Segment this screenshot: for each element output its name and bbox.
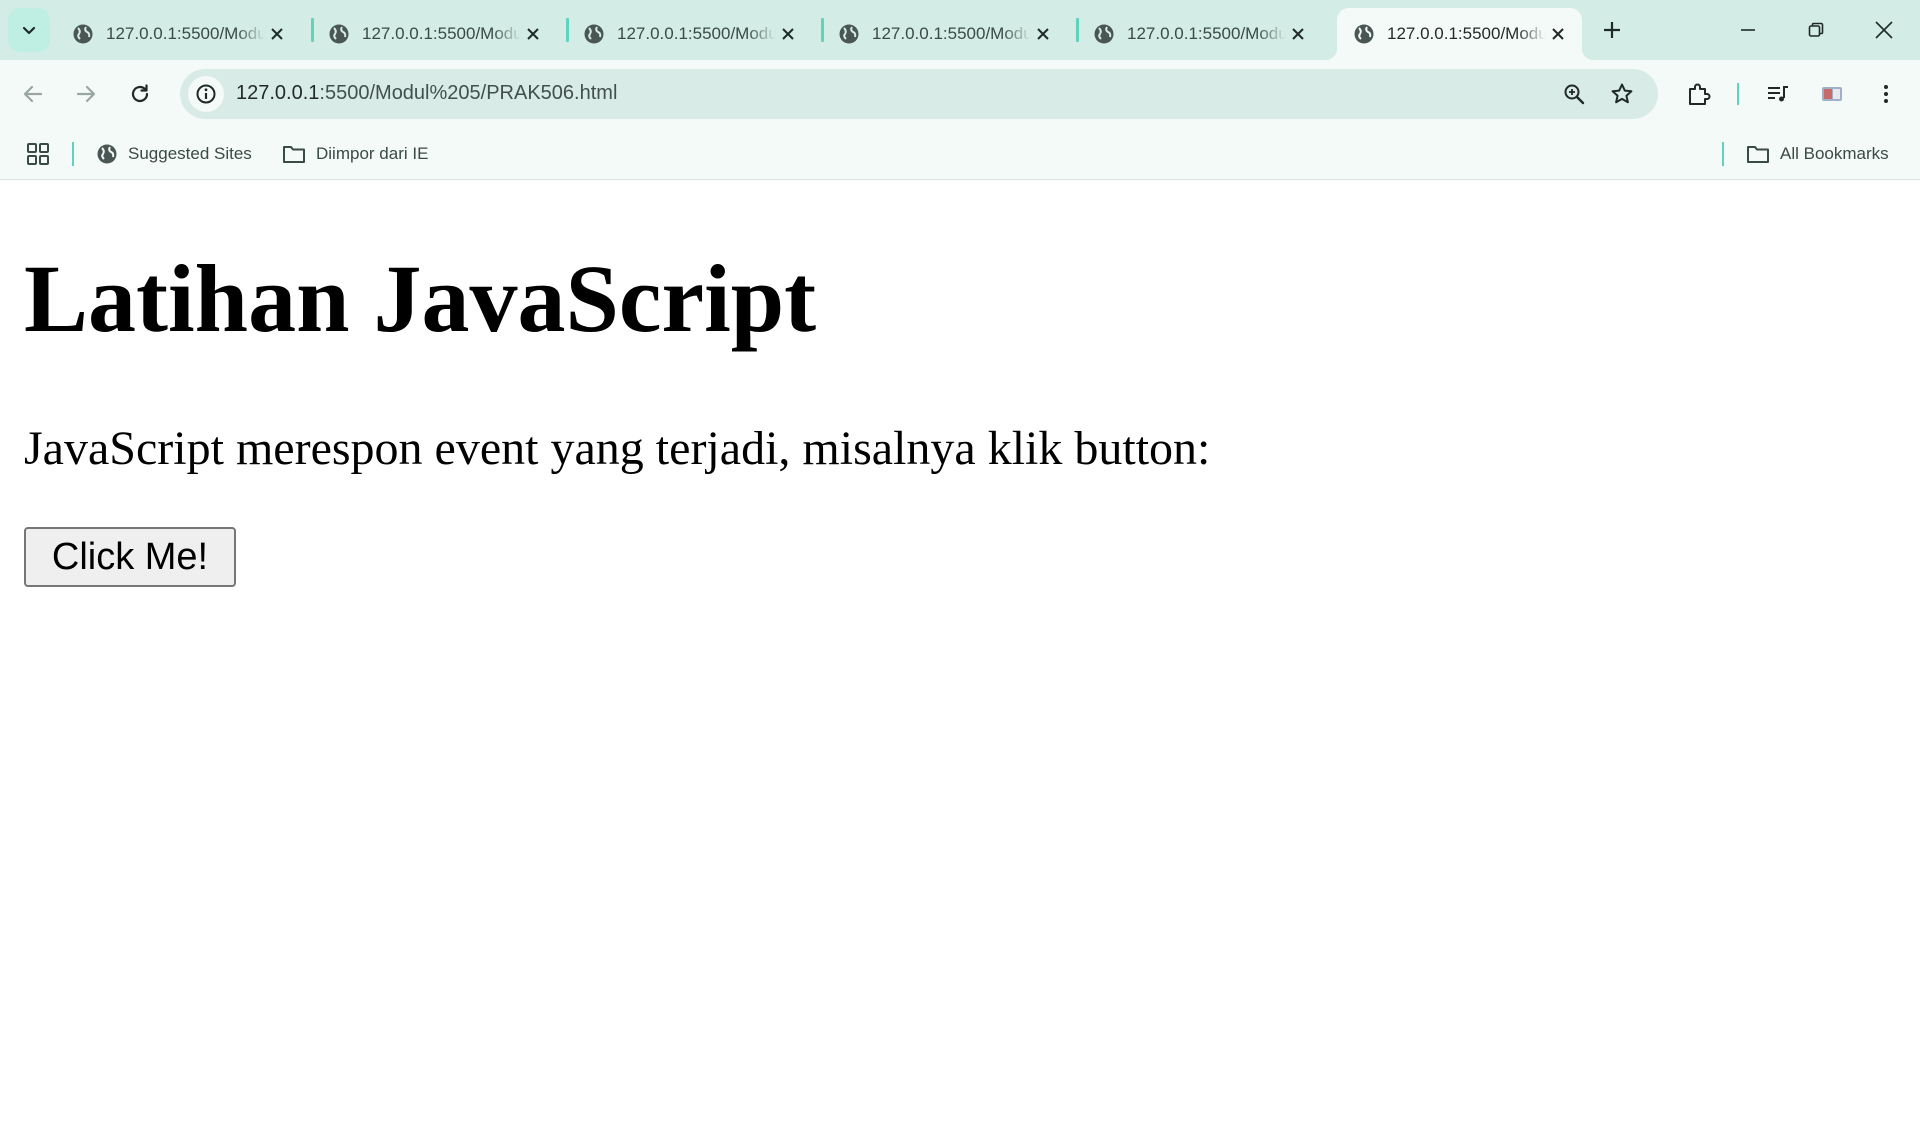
tab-title: 127.0.0.1:5500/Modul%205/PRAK504.html	[872, 24, 1031, 43]
globe-icon	[329, 24, 349, 44]
globe-icon	[584, 24, 604, 44]
browser-tab[interactable]: 127.0.0.1:5500/Modul%205/PRAK501.html	[56, 8, 301, 60]
apps-button[interactable]	[20, 138, 56, 170]
url-host: 127.0.0.1	[236, 82, 320, 104]
new-tab-button[interactable]	[1592, 12, 1632, 48]
browser-tab[interactable]: 127.0.0.1:5500/Modul%205/PRAK503.html	[567, 8, 812, 60]
chevron-down-icon	[22, 26, 36, 35]
close-tab-icon[interactable]	[265, 22, 289, 46]
avatar	[1822, 87, 1842, 101]
browser-tab-active[interactable]: 127.0.0.1:5500/Modul%205/PRAK506.html	[1325, 8, 1594, 60]
playlist-music-icon	[1768, 86, 1788, 102]
arrow-left-icon	[23, 85, 43, 103]
back-button[interactable]	[13, 74, 53, 114]
plus-icon	[1604, 22, 1620, 38]
tab-search-button[interactable]	[8, 8, 50, 52]
more-vertical-icon	[1884, 85, 1888, 103]
bookmark-folder-ie[interactable]: Diimpor dari IE	[276, 138, 434, 170]
apps-grid-icon	[27, 143, 49, 165]
close-tab-icon[interactable]	[1031, 22, 1055, 46]
close-tab-icon[interactable]	[521, 22, 545, 46]
toolbar-divider	[1737, 83, 1739, 105]
tab-title: 127.0.0.1:5500/Modul%205/PRAK502.html	[362, 24, 521, 43]
minimize-icon	[1741, 29, 1755, 31]
bookmarks-bar: Suggested Sites Diimpor dari IE All Book…	[0, 128, 1920, 180]
page-title: Latihan JavaScript	[24, 245, 817, 352]
folder-icon	[283, 146, 305, 163]
address-bar[interactable]: 127.0.0.1:5500/Modul%205/PRAK506.html	[180, 69, 1658, 119]
close-tab-icon[interactable]	[1546, 22, 1570, 46]
arrow-right-icon	[76, 85, 96, 103]
reload-icon	[131, 84, 149, 103]
tab-title: 127.0.0.1:5500/Modul%205/PRAK505.html	[1127, 24, 1286, 43]
tab-strip: 127.0.0.1:5500/Modul%205/PRAK501.html 12…	[0, 0, 1920, 60]
star-icon	[1611, 83, 1633, 104]
tab-title: 127.0.0.1:5500/Modul%205/PRAK501.html	[106, 24, 265, 43]
menu-button[interactable]	[1866, 74, 1906, 114]
restore-icon	[1808, 22, 1824, 37]
close-tab-icon[interactable]	[776, 22, 800, 46]
browser-tab[interactable]: 127.0.0.1:5500/Modul%205/PRAK505.html	[1077, 8, 1322, 60]
media-controls-button[interactable]	[1758, 74, 1798, 114]
restore-button[interactable]	[1782, 0, 1850, 60]
bookmark-label: Suggested Sites	[128, 144, 252, 163]
site-info-button[interactable]	[188, 76, 224, 112]
globe-icon	[1094, 24, 1114, 44]
profile-button[interactable]	[1812, 74, 1852, 114]
click-me-button[interactable]: Click Me!	[24, 527, 236, 587]
bookmarks-divider	[72, 142, 74, 166]
globe-icon	[1354, 24, 1374, 44]
close-tab-icon[interactable]	[1286, 22, 1310, 46]
zoom-button[interactable]	[1556, 76, 1592, 112]
info-icon	[196, 84, 216, 104]
extensions-button[interactable]	[1679, 74, 1719, 114]
url-text[interactable]: 127.0.0.1:5500/Modul%205/PRAK506.html	[236, 82, 617, 105]
forward-button[interactable]	[66, 74, 106, 114]
all-bookmarks-label: All Bookmarks	[1780, 144, 1889, 163]
tab-title: 127.0.0.1:5500/Modul%205/PRAK506.html	[1387, 24, 1546, 43]
globe-icon	[97, 144, 117, 164]
globe-icon	[73, 24, 93, 44]
browser-toolbar: 127.0.0.1:5500/Modul%205/PRAK506.html	[0, 60, 1920, 128]
close-icon	[1875, 21, 1893, 39]
all-bookmarks-button[interactable]: All Bookmarks	[1740, 138, 1895, 170]
tab-title: 127.0.0.1:5500/Modul%205/PRAK503.html	[617, 24, 776, 43]
minimize-button[interactable]	[1714, 0, 1782, 60]
browser-tab[interactable]: 127.0.0.1:5500/Modul%205/PRAK504.html	[822, 8, 1067, 60]
page-content: Latihan JavaScript JavaScript merespon e…	[0, 181, 1920, 1128]
browser-tab[interactable]: 127.0.0.1:5500/Modul%205/PRAK502.html	[312, 8, 557, 60]
bookmark-star-button[interactable]	[1604, 76, 1640, 112]
reload-button[interactable]	[120, 74, 160, 114]
folder-icon	[1747, 146, 1769, 163]
zoom-in-icon	[1564, 84, 1585, 105]
bookmark-label: Diimpor dari IE	[316, 144, 429, 163]
url-path: :5500/Modul%205/PRAK506.html	[319, 82, 618, 104]
close-window-button[interactable]	[1850, 0, 1918, 60]
bookmark-suggested-sites[interactable]: Suggested Sites	[90, 138, 258, 170]
puzzle-icon	[1689, 83, 1711, 105]
globe-icon	[839, 24, 859, 44]
page-description: JavaScript merespon event yang terjadi, …	[24, 422, 1211, 475]
bookmarks-divider	[1722, 142, 1724, 166]
